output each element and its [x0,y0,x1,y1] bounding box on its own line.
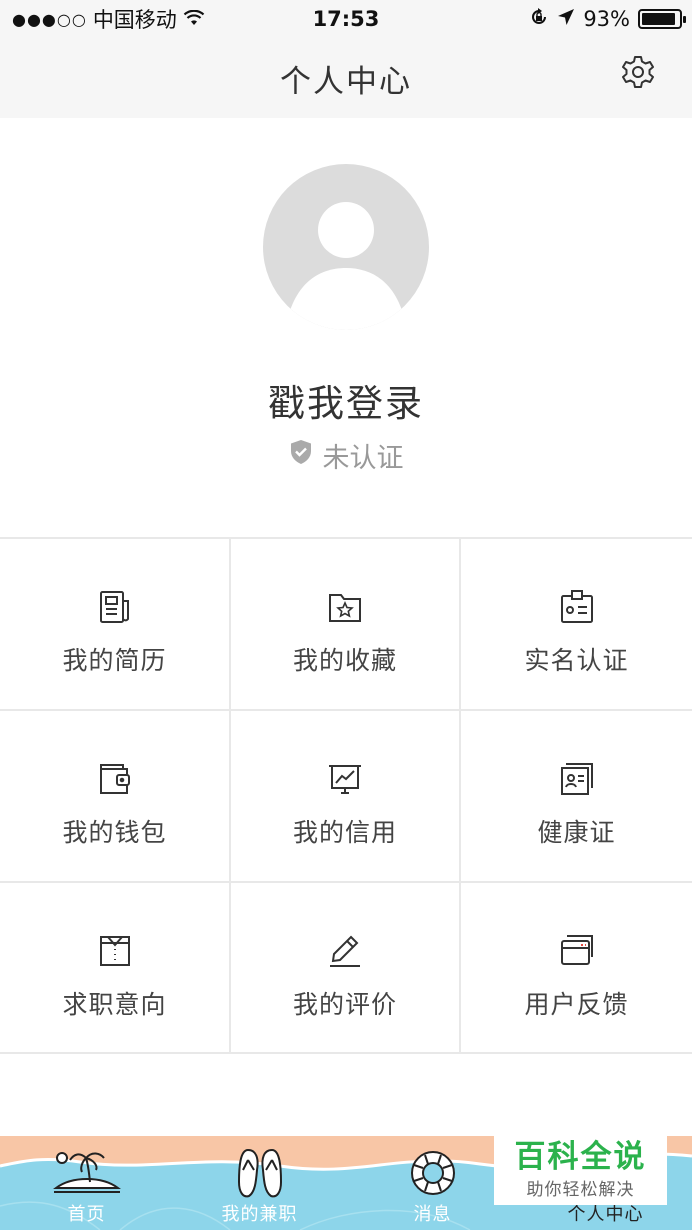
battery-level [642,13,676,25]
tab-label: 消息 [413,1204,452,1225]
login-link[interactable]: 戳我登录 [0,373,692,427]
menu-label: 健康证 [537,818,616,847]
flip-flops-icon [235,1148,285,1204]
menu-label: 我的钱包 [62,818,167,847]
gear-icon [620,54,656,94]
menu-label: 我的信用 [292,818,397,847]
menu-item-job-intention[interactable]: 求职意向 [0,883,231,1054]
menu-item-wallet[interactable]: 我的钱包 [0,711,231,883]
menu-item-favorites[interactable]: 我的收藏 [231,539,461,711]
menu-label: 实名认证 [524,646,629,675]
tab-home[interactable]: 首页 [0,1136,173,1230]
avatar-placeholder-icon [285,202,407,330]
orientation-lock-icon [529,7,549,32]
feedback-cards-icon [557,931,597,971]
menu-item-health-cert[interactable]: 健康证 [461,711,692,883]
folder-star-icon [325,587,365,627]
menu-label: 求职意向 [62,990,167,1019]
settings-button[interactable] [618,54,658,94]
lifebuoy-icon [408,1148,458,1202]
menu-item-reviews[interactable]: 我的评价 [231,883,461,1054]
watermark-subtitle: 助你轻松解决 [526,1179,635,1200]
status-left: ●●●○○ 中国移动 [12,4,205,34]
island-icon [52,1148,122,1202]
job-intention-icon [95,931,135,971]
pencil-icon [325,931,365,971]
status-right: 93% [529,7,686,32]
verification-status: 未认证 [0,436,692,475]
watermark-title: 百科全说 [514,1138,647,1175]
menu-grid: 我的简历 我的收藏 实名认证 我的钱包 我的信用 健康证 求职意向 我的评价 用… [0,537,692,1054]
location-arrow-icon [557,7,575,31]
menu-label: 我的简历 [62,646,167,675]
resume-icon [95,587,135,627]
avatar[interactable] [263,164,429,330]
menu-item-feedback[interactable]: 用户反馈 [461,883,692,1054]
menu-item-credit[interactable]: 我的信用 [231,711,461,883]
menu-label: 我的收藏 [292,646,397,675]
wallet-icon [95,759,135,799]
status-bar: ●●●○○ 中国移动 17:53 93% [0,0,692,38]
battery-percent: 93% [583,7,630,31]
nav-bar: 个人中心 [0,38,692,118]
shield-check-icon [289,439,313,472]
signal-strength: ●●●○○ [12,9,87,29]
menu-label: 我的评价 [292,990,397,1019]
health-card-icon [557,759,597,799]
tab-my-parttime[interactable]: 我的兼职 [173,1136,346,1230]
verification-label: 未认证 [322,443,404,474]
id-badge-icon [557,587,597,627]
credit-chart-icon [325,759,365,799]
page-title: 个人中心 [280,63,412,100]
battery-icon [638,9,686,29]
menu-item-resume[interactable]: 我的简历 [0,539,231,711]
wifi-icon [183,7,205,31]
tab-label: 首页 [67,1204,106,1225]
profile-section: 戳我登录 未认证 [0,118,692,538]
menu-item-identity[interactable]: 实名认证 [461,539,692,711]
carrier-name: 中国移动 [92,8,177,32]
watermark-logo: 百科全说 助你轻松解决 [494,1133,667,1205]
menu-label: 用户反馈 [524,990,629,1019]
